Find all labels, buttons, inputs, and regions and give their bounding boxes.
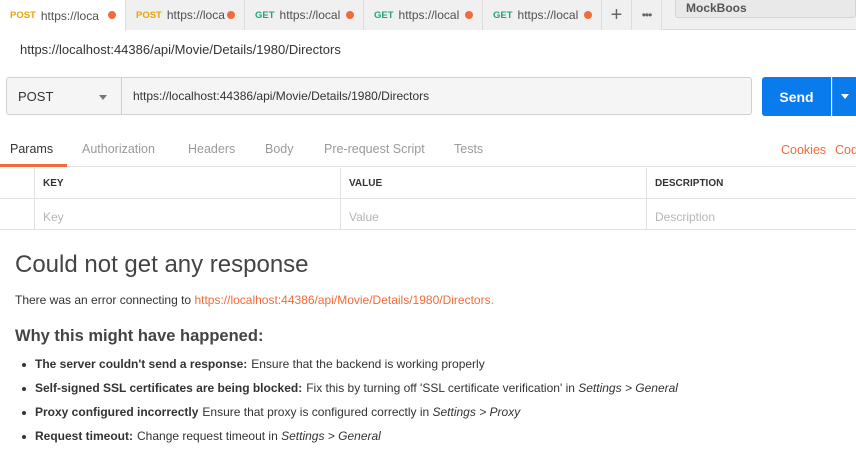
active-tab-indicator — [0, 164, 67, 167]
request-tab-4[interactable]: GET https://local — [364, 0, 483, 30]
tab-url: https://loca — [40, 8, 99, 23]
request-tab-bar: POST https://loca POST https://loca GET … — [0, 0, 856, 31]
description-cell — [646, 199, 850, 230]
unsaved-dot-icon — [227, 11, 235, 19]
reason-text: Change request timeout in — [137, 429, 282, 443]
unsaved-dot-icon — [346, 11, 354, 19]
send-options-button[interactable] — [832, 77, 856, 116]
column-header-description: DESCRIPTION — [646, 168, 850, 199]
code-link[interactable]: Cod — [835, 143, 856, 157]
tab-params[interactable]: Params — [10, 142, 53, 156]
tab-method: GET — [493, 9, 513, 21]
column-header-key: KEY — [34, 168, 340, 199]
key-input[interactable] — [43, 210, 340, 224]
reason-setting: Settings > Proxy — [432, 405, 521, 419]
unsaved-dot-icon — [584, 11, 592, 19]
key-cell — [34, 199, 340, 230]
request-tab-2[interactable]: POST https://loca — [126, 0, 245, 30]
more-icon: ••• — [641, 8, 653, 22]
error-prefix: There was an error connecting to — [15, 293, 195, 307]
reason-text: Ensure that proxy is configured correctl… — [202, 405, 433, 419]
new-tab-button[interactable]: + — [602, 0, 632, 30]
cookies-link[interactable]: Cookies — [781, 143, 826, 157]
tab-options-button[interactable]: ••• — [632, 0, 662, 30]
unsaved-dot-icon — [108, 11, 116, 19]
environment-selector[interactable]: MockBoos — [675, 0, 856, 18]
reason-setting: Settings > General — [578, 381, 678, 395]
params-header-row: KEY VALUE DESCRIPTION — [0, 168, 856, 199]
url-input[interactable] — [121, 77, 752, 115]
value-cell — [340, 199, 646, 230]
tab-pre-request-script[interactable]: Pre-request Script — [324, 142, 425, 156]
reason-text: Ensure that the backend is working prope… — [251, 357, 485, 371]
reason-title: Proxy configured incorrectly — [35, 405, 199, 419]
reasons-list: The server couldn't send a response: Ensu… — [20, 357, 678, 450]
value-input[interactable] — [349, 210, 646, 224]
request-tab-5[interactable]: GET https://local — [483, 0, 602, 30]
reason-setting: Settings > General — [281, 429, 381, 443]
reason-text: Fix this by turning off 'SSL certificate… — [306, 381, 579, 395]
request-tab-1[interactable]: POST https://loca — [0, 0, 126, 31]
method-value: POST — [18, 89, 54, 104]
tab-authorization[interactable]: Authorization — [82, 142, 155, 156]
tab-url: https://local — [398, 8, 460, 22]
unsaved-dot-icon — [465, 11, 473, 19]
params-row — [0, 199, 856, 230]
send-button[interactable]: Send — [762, 77, 831, 116]
column-header-value: VALUE — [340, 168, 646, 199]
reason-title: Self-signed SSL certificates are being b… — [35, 381, 303, 395]
request-name: https://localhost:44386/api/Movie/Detail… — [20, 42, 341, 57]
request-tab-3[interactable]: GET https://local — [245, 0, 364, 30]
list-item: Request timeout: Change request timeout i… — [20, 429, 678, 450]
tab-tests[interactable]: Tests — [454, 142, 483, 156]
tab-body[interactable]: Body — [265, 142, 294, 156]
description-input[interactable] — [655, 210, 850, 224]
tab-method: POST — [136, 9, 162, 21]
error-title: Could not get any response — [15, 251, 309, 278]
params-table: KEY VALUE DESCRIPTION — [0, 168, 856, 230]
reason-title: Request timeout: — [35, 429, 134, 443]
list-item: Proxy configured incorrectly Ensure that … — [20, 405, 678, 429]
chevron-down-icon — [840, 94, 849, 99]
request-tabs: Params Authorization Headers Body Pre-re… — [0, 132, 856, 167]
why-heading: Why this might have happened: — [15, 327, 264, 345]
reason-title: The server couldn't send a response: — [35, 357, 248, 371]
tab-method: GET — [255, 9, 275, 21]
list-item: The server couldn't send a response: Ensu… — [20, 357, 678, 381]
tab-url: https://local — [279, 8, 341, 22]
plus-icon: + — [610, 3, 623, 26]
tab-url: https://loca — [166, 8, 225, 22]
error-url-link[interactable]: https://localhost:44386/api/Movie/Detail… — [194, 293, 494, 307]
error-message: There was an error connecting to https:/… — [15, 293, 494, 307]
environment-label: MockBoos — [686, 1, 747, 15]
tab-headers[interactable]: Headers — [188, 142, 235, 156]
tab-method: POST — [10, 10, 36, 21]
method-dropdown[interactable]: POST — [6, 77, 122, 115]
tab-url: https://local — [517, 8, 579, 22]
chevron-down-icon — [99, 95, 107, 100]
tab-method: GET — [374, 9, 394, 21]
list-item: Self-signed SSL certificates are being b… — [20, 381, 678, 405]
